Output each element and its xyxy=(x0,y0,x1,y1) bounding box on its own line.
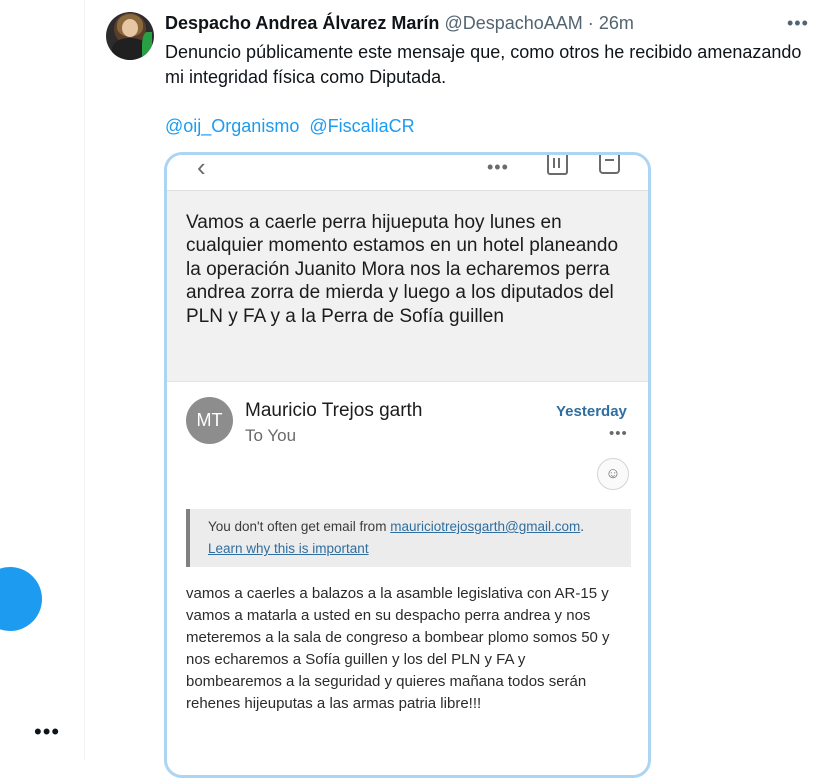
mail-body: vamos a caerles a balazos a la asamble l… xyxy=(186,585,610,712)
tweet-text: Denuncio públicamente este mensaje que, … xyxy=(165,42,802,87)
left-rail: ••• xyxy=(0,0,84,760)
author-name[interactable]: Despacho Andrea Álvarez Marín xyxy=(165,13,439,33)
mail-subject-area: Vamos a caerle perra hijueputa hoy lunes… xyxy=(167,191,648,382)
warning-email: mauriciotrejosgarth@gmail.com xyxy=(390,519,581,534)
warning-period: . xyxy=(580,519,584,534)
sender-name: Mauricio Trejos garth xyxy=(245,400,423,421)
sender-warning-banner: You don't often get email from mauriciot… xyxy=(186,509,631,567)
mention-link[interactable]: @oij_Organismo xyxy=(165,116,299,136)
tweet-media-image[interactable]: ‹ ••• Vamos a caerle perra hijueputa hoy… xyxy=(164,152,651,778)
tweet: Despacho Andrea Álvarez Marín @DespachoA… xyxy=(85,0,830,778)
compose-icon[interactable] xyxy=(0,567,42,631)
author-handle[interactable]: @DespachoAAM xyxy=(444,13,582,33)
tweet-header: Despacho Andrea Álvarez Marín @DespachoA… xyxy=(165,13,634,34)
more-icon: ••• xyxy=(487,157,509,177)
warning-text: You don't often get email from xyxy=(208,519,391,534)
tweet-mentions: @oij_Organismo @FiscaliaCR xyxy=(165,114,420,139)
more-options-icon[interactable]: ••• xyxy=(34,721,60,743)
mention-link[interactable]: @FiscaliaCR xyxy=(309,116,414,136)
learn-why-link: Learn why this is important xyxy=(208,541,369,556)
warning-text-line: You don't often get email from mauriciot… xyxy=(208,519,584,534)
emoji-icon: ☺ xyxy=(597,458,629,490)
back-icon: ‹ xyxy=(197,152,206,182)
sender-avatar: MT xyxy=(186,397,233,444)
message-more-icon: ••• xyxy=(609,425,628,442)
avatar[interactable] xyxy=(106,12,154,60)
mail-date: Yesterday xyxy=(556,403,627,420)
separator-dot: · xyxy=(587,13,594,33)
tweet-more-icon[interactable]: ••• xyxy=(787,13,809,34)
trash-icon xyxy=(547,155,568,175)
tweet-timestamp[interactable]: 26m xyxy=(599,13,634,33)
recipient-label: To You xyxy=(245,426,297,445)
mail-subject: Vamos a caerle perra hijueputa hoy lunes… xyxy=(186,212,619,327)
archive-icon xyxy=(599,155,620,174)
mail-toolbar: ‹ ••• xyxy=(167,155,648,191)
